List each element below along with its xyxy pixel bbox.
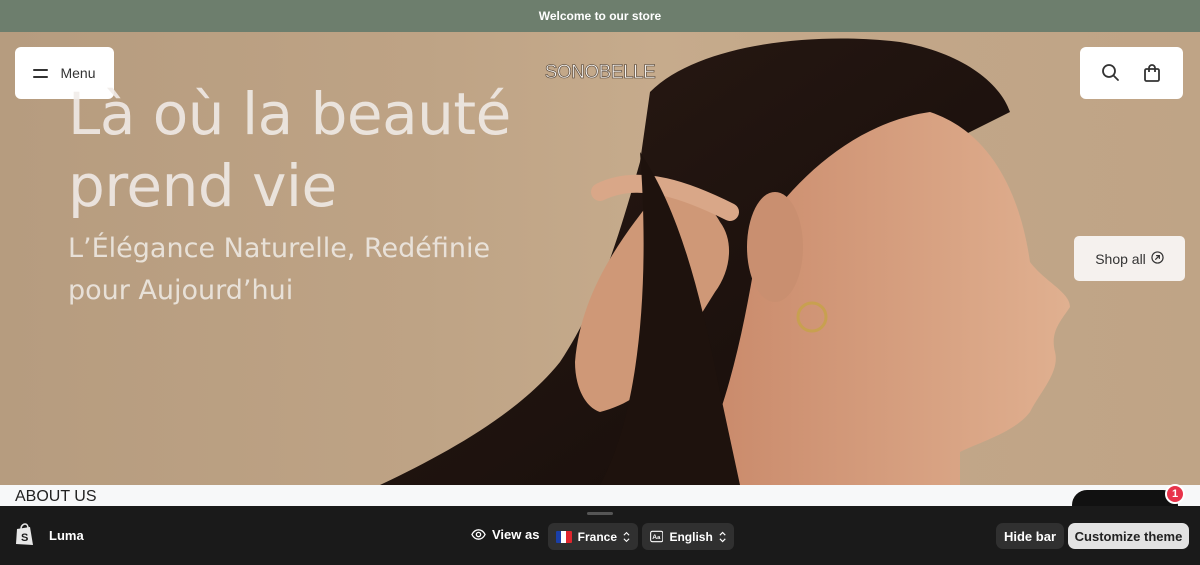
customize-theme-button[interactable]: Customize theme [1068, 523, 1189, 549]
hero-headline: Là où la beauté prend vie [68, 78, 511, 222]
translate-icon: Aa [650, 530, 664, 543]
shopping-bag-icon[interactable] [1140, 61, 1164, 85]
country-value: France [577, 529, 618, 544]
store-name: Luma [49, 528, 84, 543]
country-selector[interactable]: France [548, 523, 638, 550]
hero-subtitle: L’Élégance Naturelle, Redéfinie pour Auj… [68, 228, 568, 312]
france-flag-icon [556, 530, 572, 543]
announcement-text: Welcome to our store [538, 9, 662, 23]
hide-bar-button[interactable]: Hide bar [996, 523, 1064, 549]
eye-icon [471, 529, 486, 540]
chat-badge: 1 [1165, 484, 1185, 504]
chevron-updown-icon [719, 531, 726, 542]
chevron-updown-icon [623, 531, 630, 542]
arrow-circle-icon [1151, 250, 1164, 267]
svg-text:a: a [657, 535, 661, 541]
drag-handle[interactable] [587, 512, 613, 515]
view-as-label: View as [492, 527, 540, 542]
preview-admin-bar: S Luma View as France Aa English Hide ba… [0, 506, 1200, 565]
hero-headline-line1: Là où la beauté [68, 80, 511, 148]
store-logo[interactable]: SONOBELLE [500, 62, 700, 84]
search-icon[interactable] [1099, 61, 1123, 85]
about-title: ABOUT US [15, 488, 97, 505]
hero-subtitle-line1: L’Élégance Naturelle, Redéfinie [68, 233, 491, 264]
language-value: English [669, 529, 713, 544]
about-section [0, 485, 1200, 506]
header-actions [1080, 47, 1183, 99]
hero-subtitle-line2: pour Aujourd’hui [68, 275, 294, 306]
view-as: View as [471, 527, 539, 542]
language-selector[interactable]: Aa English [642, 523, 734, 550]
shopify-bag-icon: S [16, 523, 33, 545]
shop-all-button[interactable]: Shop all [1074, 236, 1185, 281]
svg-text:S: S [21, 532, 28, 544]
announcement-bar: Welcome to our store [0, 0, 1200, 32]
hero-headline-line2: prend vie [68, 152, 337, 220]
hamburger-icon [33, 68, 49, 78]
shop-all-label: Shop all [1095, 250, 1146, 267]
